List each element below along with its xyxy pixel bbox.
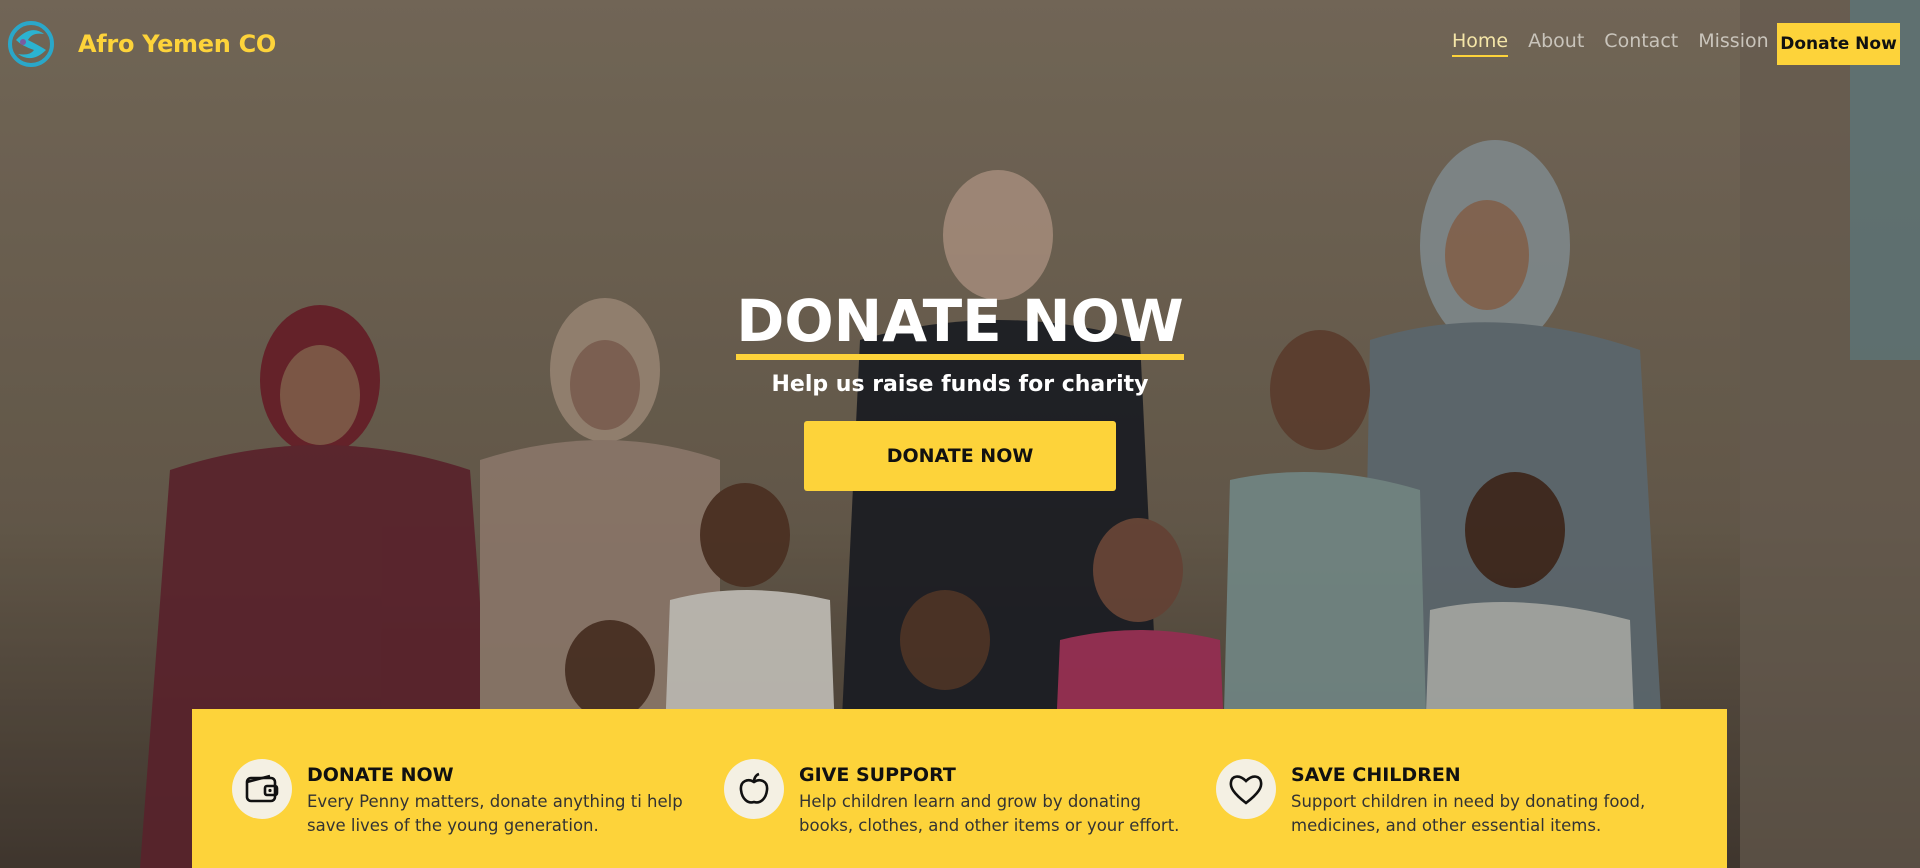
heart-icon [1216, 759, 1276, 819]
feature-support: GIVE SUPPORT Help children learn and gro… [724, 759, 1199, 838]
hero-content: DONATE NOW Help us raise funds for chari… [0, 289, 1920, 491]
feature-donate: DONATE NOW Every Penny matters, donate a… [232, 759, 707, 838]
feature-title: GIVE SUPPORT [799, 764, 956, 786]
nav-link-about[interactable]: About [1528, 30, 1584, 57]
apple-icon [724, 759, 784, 819]
brand-name: Afro Yemen CO [78, 30, 276, 58]
feature-title: DONATE NOW [307, 764, 454, 786]
hero-section: Afro Yemen CO Home About Contact Mission… [0, 0, 1920, 868]
feature-description: Support children in need by donating foo… [1291, 792, 1646, 835]
hero-subtitle: Help us raise funds for charity [771, 371, 1149, 397]
swirl-logo-icon [8, 21, 54, 67]
feature-description: Help children learn and grow by donating… [799, 792, 1180, 835]
nav-donate-button[interactable]: Donate Now [1777, 23, 1900, 65]
wallet-icon [232, 759, 292, 819]
feature-description: Every Penny matters, donate anything ti … [307, 792, 683, 835]
feature-save-children: SAVE CHILDREN Support children in need b… [1216, 759, 1691, 838]
feature-title: SAVE CHILDREN [1291, 764, 1461, 786]
nav-link-home[interactable]: Home [1452, 30, 1509, 57]
brand[interactable]: Afro Yemen CO [6, 20, 276, 68]
nav-links: Home About Contact Mission [1452, 30, 1769, 57]
hero-donate-button[interactable]: DONATE NOW [804, 420, 1116, 491]
top-navigation: Afro Yemen CO Home About Contact Mission… [0, 0, 1920, 88]
hero-title: DONATE NOW [736, 289, 1184, 360]
nav-link-contact[interactable]: Contact [1604, 30, 1678, 57]
features-panel: DONATE NOW Every Penny matters, donate a… [192, 709, 1727, 868]
nav-link-mission[interactable]: Mission [1698, 30, 1768, 57]
